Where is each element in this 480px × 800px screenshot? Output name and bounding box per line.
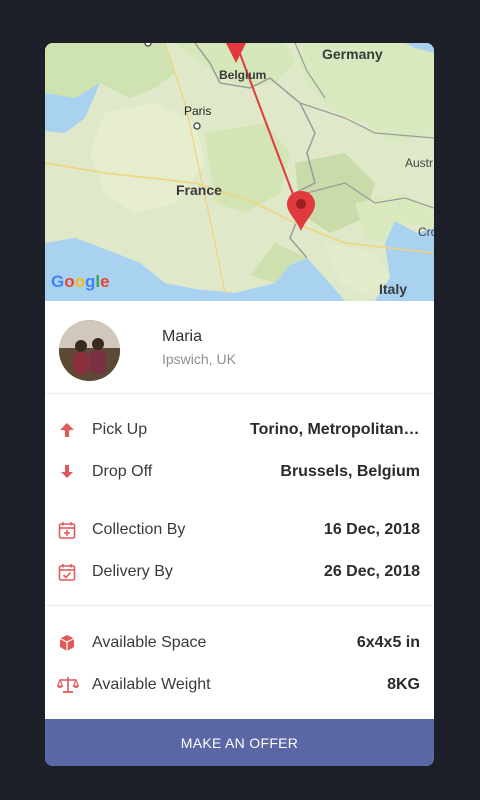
calendar-check-icon <box>58 564 76 581</box>
dropoff-value: Brussels, Belgium <box>280 463 420 480</box>
map-label-paris: Paris <box>184 104 212 118</box>
space-row: Available Space 6x4x5 in <box>45 629 434 659</box>
route-map[interactable]: Germany Belgium Paris France Austr Cro I… <box>45 43 434 301</box>
google-logo: Google <box>51 272 110 292</box>
space-value: 6x4x5 in <box>356 634 420 651</box>
google-logo-letter: e <box>100 272 110 291</box>
make-offer-button[interactable]: MAKE AN OFFER <box>45 719 434 766</box>
google-logo-letter: G <box>51 272 65 291</box>
google-logo-letter: o <box>74 272 86 291</box>
calendar-plus-icon <box>58 522 76 539</box>
pickup-row: Pick Up Torino, Metropolitan City of Tur… <box>45 416 434 446</box>
collection-value: 16 Dec, 2018 <box>323 521 420 538</box>
trip-card: Germany Belgium Paris France Austr Cro I… <box>45 43 434 766</box>
section-divider <box>45 605 434 606</box>
google-logo-letter: o <box>64 272 75 291</box>
map-label-france: France <box>176 182 222 198</box>
weight-value: 8KG <box>387 676 420 693</box>
map-label-croatia: Cro <box>418 225 434 239</box>
collection-row: Collection By 16 Dec, 2018 <box>45 516 434 546</box>
delivery-row: Delivery By 26 Dec, 2018 <box>45 558 434 588</box>
map-label-italy: Italy <box>379 281 408 297</box>
arrow-up-icon <box>60 423 74 437</box>
space-label: Available Space <box>92 634 207 651</box>
dropoff-row: Drop Off Brussels, Belgium <box>45 458 434 488</box>
google-logo-letter: g <box>85 272 96 291</box>
sender-profile[interactable]: Maria Ipswich, UK <box>45 301 434 394</box>
avatar-photo <box>59 320 120 381</box>
package-icon <box>59 635 75 651</box>
weight-label: Available Weight <box>92 676 211 693</box>
pickup-label: Pick Up <box>92 421 148 438</box>
arrow-down-icon <box>61 465 73 478</box>
map-label-austria: Austr <box>405 156 434 170</box>
sender-location: Ipswich, UK <box>162 351 236 367</box>
map-label-belgium: Belgium <box>219 68 267 82</box>
delivery-value: 26 Dec, 2018 <box>323 563 420 580</box>
scale-icon <box>57 677 79 693</box>
avatar[interactable] <box>59 320 120 381</box>
dropoff-label: Drop Off <box>92 463 153 480</box>
sender-name: Maria <box>162 328 203 345</box>
map-label-germany: Germany <box>322 46 383 62</box>
pickup-value: Torino, Metropolitan City of Turin, Ital… <box>250 421 420 438</box>
collection-label: Collection By <box>92 521 186 538</box>
weight-row: Available Weight 8KG <box>45 671 434 701</box>
delivery-label: Delivery By <box>92 563 173 580</box>
